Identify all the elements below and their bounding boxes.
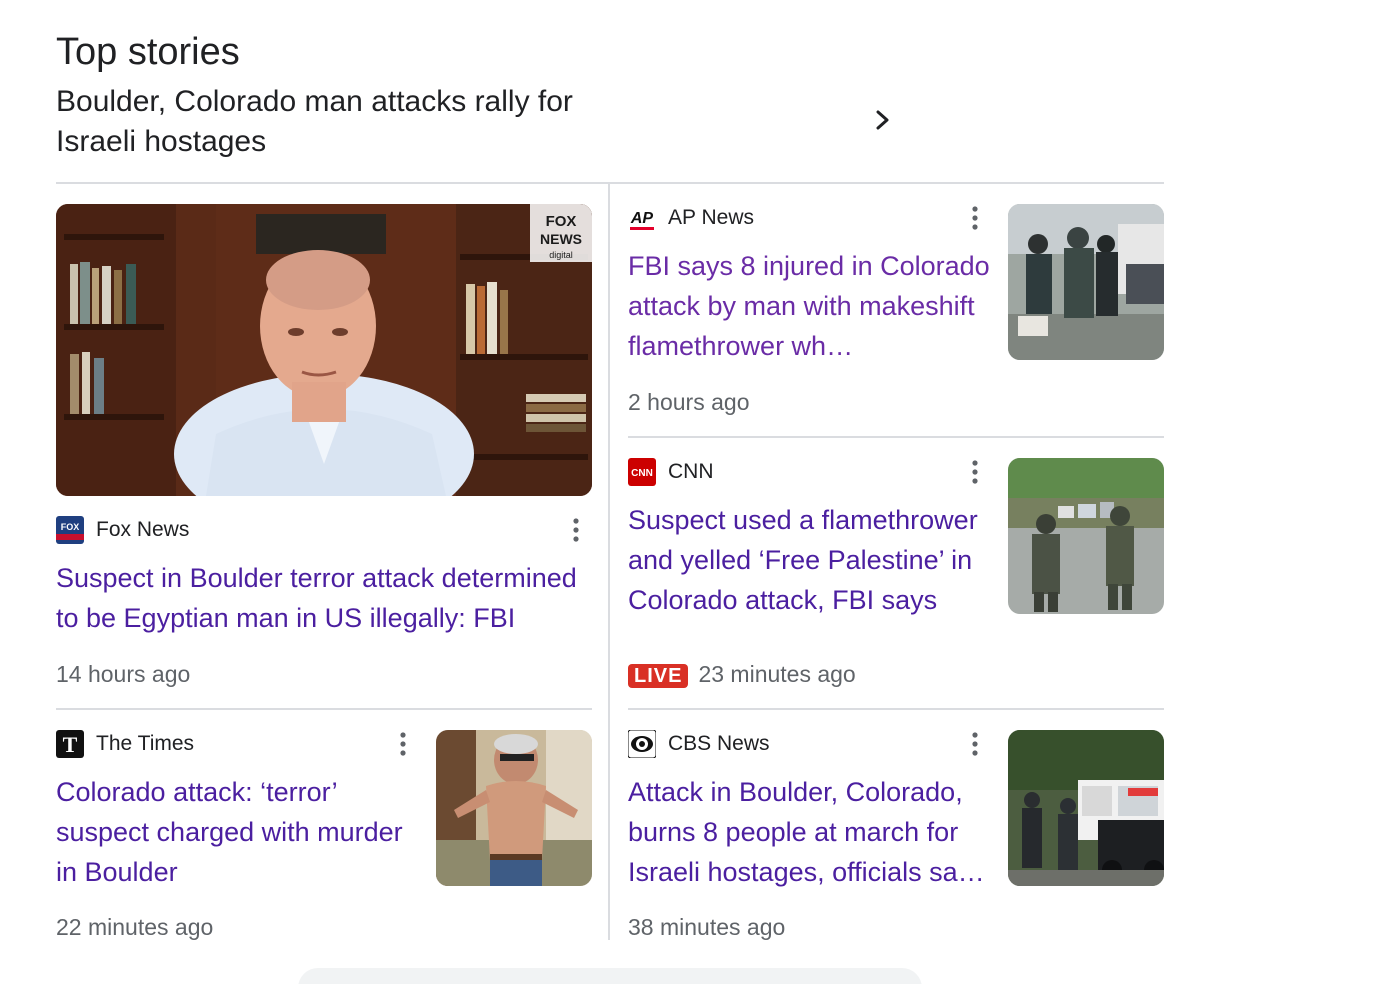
svg-text:T: T <box>63 732 78 757</box>
source-name: AP News <box>668 206 754 229</box>
svg-text:digital: digital <box>549 250 573 260</box>
source: CBS News <box>628 730 770 758</box>
more-news-button[interactable] <box>298 968 922 984</box>
top-stories-page: Top stories Boulder, Colorado man attack… <box>0 0 1394 984</box>
cbs-news-logo <box>628 730 656 758</box>
source: AP AP News <box>628 204 754 232</box>
svg-text:FOX: FOX <box>546 213 577 230</box>
source-name: CNN <box>668 460 714 483</box>
timestamp: 2 hours ago <box>628 389 750 415</box>
chevron-right-icon <box>876 110 889 130</box>
story-card-cnn[interactable]: CNN CNN Suspect used a flamethrower and … <box>628 458 1164 690</box>
story-headline[interactable]: Attack in Boulder, Colorado, burns 8 peo… <box>628 772 990 892</box>
story-headline[interactable]: Colorado attack: ‘terror’ suspect charge… <box>56 772 416 892</box>
source: T The Times <box>56 730 194 758</box>
column-divider <box>608 184 610 940</box>
source: CNN CNN <box>628 458 714 486</box>
story-card-fox-news[interactable]: FOX NEWS digital FOX Fox News Suspect in… <box>56 204 592 690</box>
more-vert-icon[interactable] <box>963 458 987 486</box>
section-title: Top stories <box>56 31 240 73</box>
divider <box>628 708 1164 710</box>
source-name: The Times <box>96 732 195 755</box>
story-card-ap-news[interactable]: AP AP News FBI says 8 injured in Colorad… <box>628 204 1164 420</box>
story-card-the-times[interactable]: T The Times Colorado attack: ‘terror’ su… <box>56 730 592 942</box>
more-vert-icon[interactable] <box>963 204 987 232</box>
source-name: Fox News <box>96 518 190 541</box>
the-times-logo: T <box>56 730 84 758</box>
story-image <box>1008 730 1164 886</box>
story-image: FOX NEWS digital <box>56 204 592 496</box>
more-vert-icon[interactable] <box>963 730 987 758</box>
story-image <box>436 730 592 886</box>
fox-news-logo: FOX <box>56 516 84 544</box>
divider <box>56 182 1164 184</box>
story-card-cbs-news[interactable]: CBS News Attack in Boulder, Colorado, bu… <box>628 730 1164 942</box>
more-vert-icon[interactable] <box>564 516 588 544</box>
svg-text:FOX: FOX <box>61 522 80 532</box>
ap-news-logo: AP <box>628 204 656 232</box>
topic-link[interactable]: Boulder, Colorado man attacks rally for … <box>56 82 916 162</box>
story-headline[interactable]: FBI says 8 injured in Colorado attack by… <box>628 246 990 366</box>
story-image <box>1008 204 1164 360</box>
cnn-logo: CNN <box>628 458 656 486</box>
more-vert-icon[interactable] <box>391 730 415 758</box>
source-name: CBS News <box>668 732 770 755</box>
timestamp: LIVE 23 minutes ago <box>628 660 856 688</box>
live-badge: LIVE <box>628 663 689 688</box>
divider <box>56 708 592 710</box>
timestamp: 14 hours ago <box>56 661 191 687</box>
divider <box>628 436 1164 438</box>
svg-text:NEWS: NEWS <box>540 231 582 247</box>
source: FOX Fox News <box>56 516 189 544</box>
timestamp: 38 minutes ago <box>628 914 786 940</box>
story-headline[interactable]: Suspect used a flamethrower and yelled ‘… <box>628 500 990 620</box>
svg-text:AP: AP <box>630 210 654 227</box>
topic-title: Boulder, Colorado man attacks rally for … <box>56 85 573 158</box>
timestamp-text: 23 minutes ago <box>698 661 856 687</box>
story-image <box>1008 458 1164 614</box>
svg-text:CNN: CNN <box>631 468 653 479</box>
timestamp: 22 minutes ago <box>56 914 214 940</box>
story-headline[interactable]: Suspect in Boulder terror attack determi… <box>56 558 596 638</box>
